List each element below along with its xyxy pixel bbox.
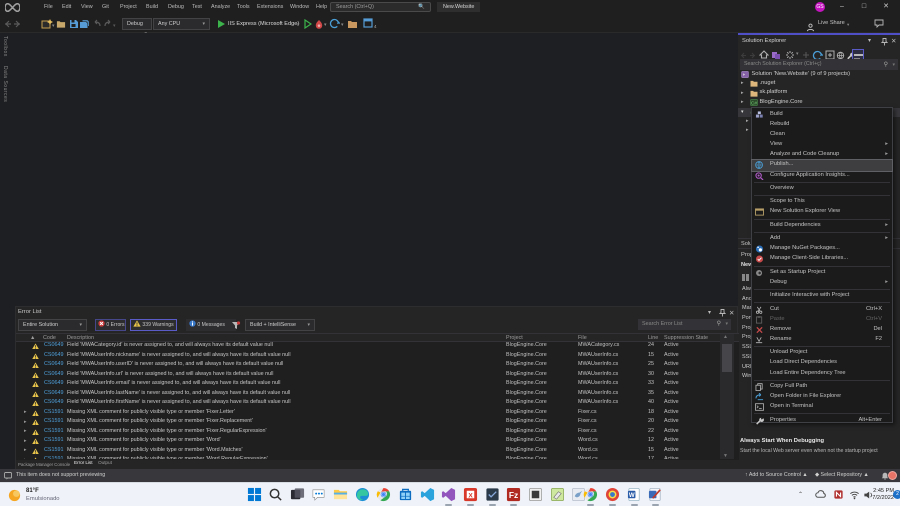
svg-text:C#: C# — [751, 100, 757, 106]
svg-text:Fz: Fz — [509, 490, 518, 500]
svg-text:X: X — [468, 492, 473, 499]
svg-text:W: W — [629, 492, 635, 499]
